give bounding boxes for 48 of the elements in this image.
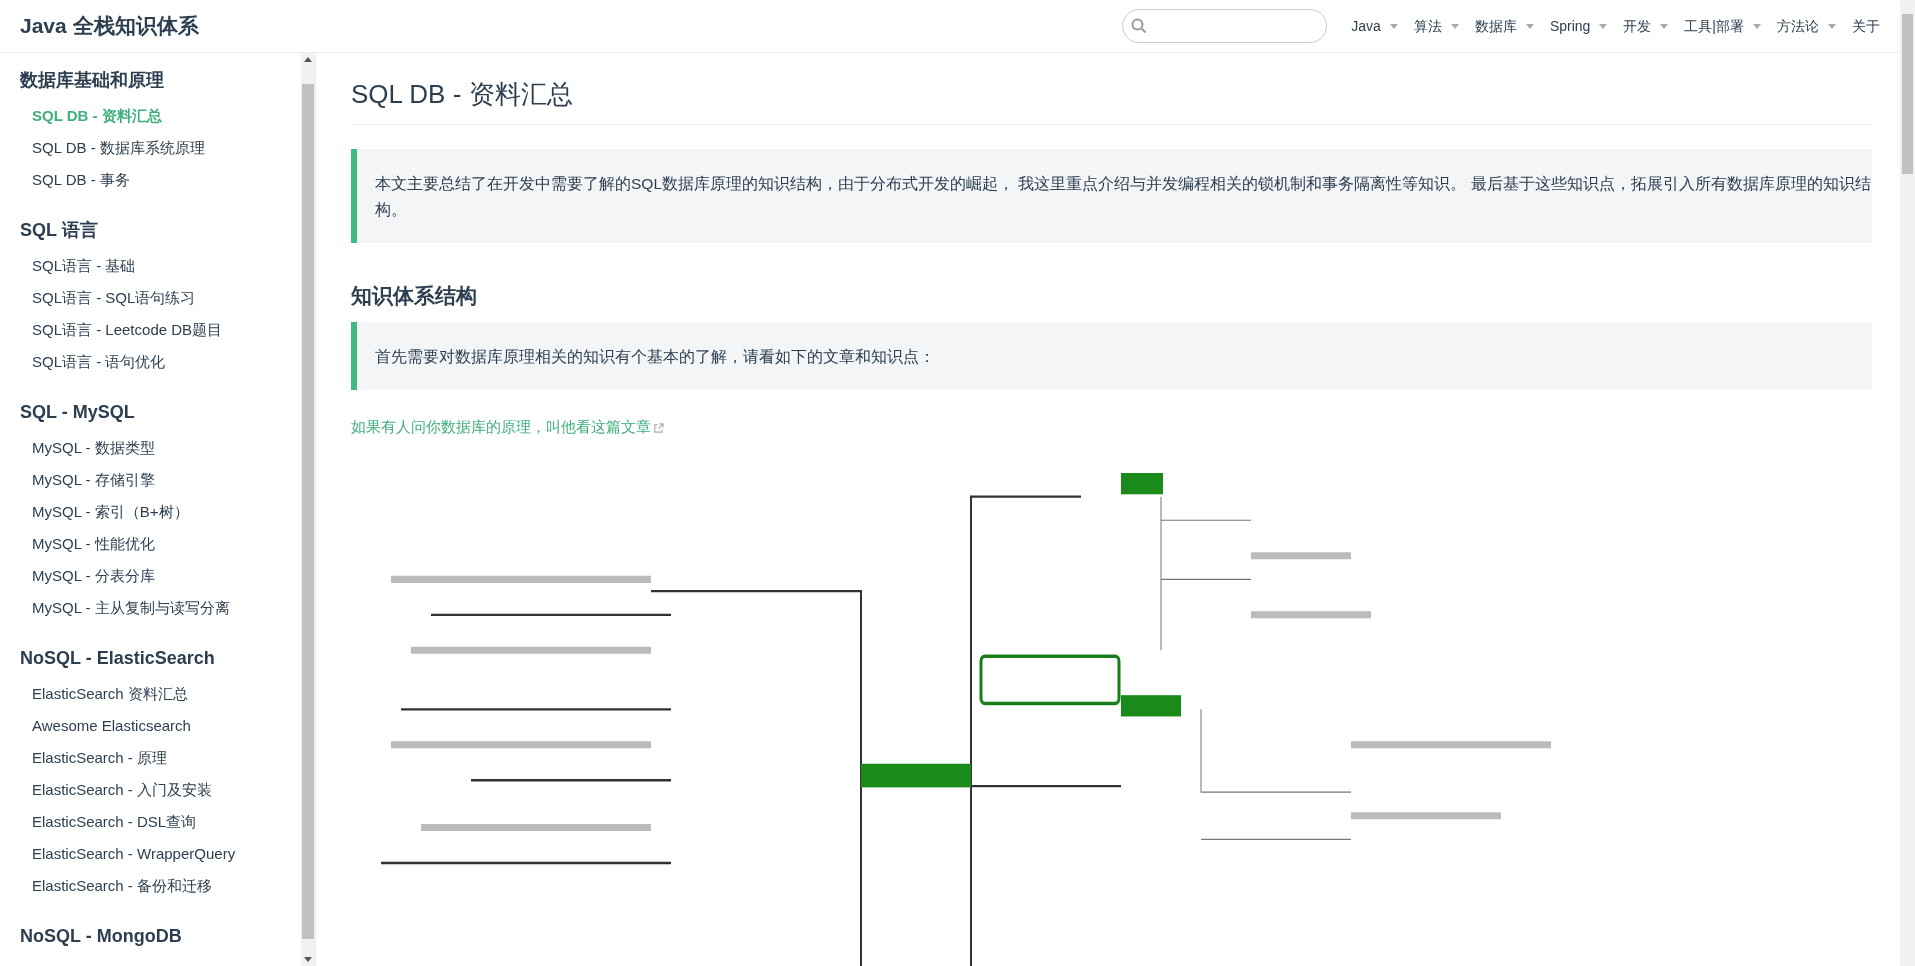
caret-icon	[1660, 23, 1669, 29]
caret-icon	[1753, 23, 1761, 29]
sidebar-item[interactable]: ElasticSearch 资料汇总	[20, 678, 301, 710]
intro-text: 本文主要总结了在开发中需要了解的SQL数据库原理的知识结构，由于分布式开发的崛起， 我这里重点介绍与并发编程相关的锁机制和事务隔离性等知识。 最后基于这些知识点，拓展引入所有数据库原理的知识结构。	[375, 174, 1872, 221]
sidebar-item[interactable]: MySQL - 分表分库	[20, 560, 301, 592]
sidebar-item[interactable]: SQL语言 - 基础	[20, 250, 301, 282]
sidebar-item[interactable]: MySQL - 数据类型	[20, 432, 301, 464]
sidebar-item[interactable]: ElasticSearch - WrapperQuery	[20, 838, 301, 870]
nav-link[interactable]: 关于	[1852, 15, 1880, 37]
caret-icon	[1525, 23, 1534, 29]
sidebar-item[interactable]: ElasticSearch - 备份和迁移	[20, 870, 301, 902]
sidebar-item[interactable]: Awesome Elasticsearch	[20, 710, 301, 742]
site-title[interactable]: Java 全栈知识体系	[20, 10, 199, 42]
section-heading: 知识体系结构	[351, 283, 478, 309]
nav-link[interactable]: 算法	[1413, 15, 1459, 37]
caret-icon	[1389, 23, 1398, 29]
caret-icon	[1450, 23, 1459, 29]
nav-link[interactable]: Spring	[1549, 15, 1608, 37]
sidebar-item[interactable]: SQL语言 - Leetcode DB题目	[20, 314, 301, 346]
sidebar-item[interactable]: SQL DB - 数据库系统原理	[20, 132, 301, 164]
sidebar-item[interactable]: SQL DB - 事务	[20, 164, 301, 196]
nav-link[interactable]: 开发	[1623, 15, 1669, 37]
sidebar-heading: 数据库基础和原理	[20, 69, 165, 92]
scrollbar[interactable]	[1900, 0, 1915, 966]
sidebar-item[interactable]: SQL语言 - SQL语句练习	[20, 282, 301, 314]
sidebar-heading: SQL 语言	[20, 219, 99, 242]
scrollbar[interactable]	[301, 53, 315, 966]
sidebar-heading: NoSQL - ElasticSearch	[20, 647, 216, 670]
sidebar-item[interactable]: ElasticSearch - 入门及安装	[20, 774, 301, 806]
sidebar-heading: SQL - MySQL	[20, 401, 136, 424]
caret-icon	[1599, 23, 1608, 29]
nav-link[interactable]: 方法论	[1777, 15, 1836, 37]
sidebar-item[interactable]: MySQL - 存储引擎	[20, 464, 301, 496]
search-icon	[1131, 18, 1148, 34]
sidebar-item[interactable]: MySQL - 索引（B+树）	[20, 496, 301, 528]
sidebar-item[interactable]: ElasticSearch - DSL查询	[20, 806, 301, 838]
nav-link[interactable]: 工具|部署	[1684, 15, 1761, 37]
external-link-icon	[653, 423, 664, 435]
sidebar-item[interactable]: MySQL - 主从复制与读写分离	[20, 592, 301, 624]
page-title: SQL DB - 资料汇总	[351, 79, 1872, 126]
sidebar-item[interactable]: ElasticSearch - 原理	[20, 742, 301, 774]
sidebar-item[interactable]: MySQL - 性能优化	[20, 528, 301, 560]
note-text: 首先需要对数据库原理相关的知识有个基本的了解，请看如下的文章和知识点：	[375, 347, 936, 368]
nav-link[interactable]: 数据库	[1474, 15, 1534, 37]
sidebar-item[interactable]: SQL语言 - 语句优化	[20, 346, 301, 378]
caret-icon	[1828, 23, 1836, 29]
sidebar-heading: NoSQL - MongoDB	[20, 925, 183, 948]
nav-link[interactable]: Java	[1351, 15, 1398, 37]
